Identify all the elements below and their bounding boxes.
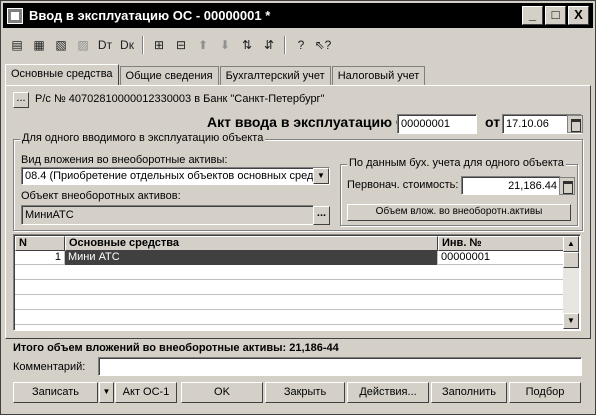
column-header-n[interactable]: N bbox=[15, 236, 65, 251]
copy-doc-icon[interactable]: ▦ bbox=[29, 35, 49, 55]
asset-name-cell[interactable]: Мини АТС bbox=[65, 251, 438, 265]
object-select-button[interactable]: ... bbox=[313, 206, 330, 225]
fill-button[interactable]: Заполнить bbox=[431, 382, 507, 403]
table-row[interactable]: 1 Мини АТС 00000001 bbox=[15, 251, 565, 265]
title-bar[interactable]: Ввод в эксплуатацию ОС - 00000001 * _ □ … bbox=[3, 3, 593, 28]
calendar-icon[interactable] bbox=[567, 115, 583, 133]
sort-asc-icon[interactable]: ⇅ bbox=[237, 35, 257, 55]
delete-icon[interactable]: ▨ bbox=[73, 35, 93, 55]
scroll-down-icon[interactable]: ▼ bbox=[563, 313, 579, 329]
investment-volume-button[interactable]: Объем влож. во внеоборотн.активы bbox=[347, 204, 571, 221]
document-date-value: 17.10.06 bbox=[506, 118, 549, 130]
initial-cost-field[interactable]: 21,186.44 bbox=[461, 176, 561, 195]
total-investment-text: Итого объем вложений во внеоборотные акт… bbox=[13, 342, 339, 354]
comment-field[interactable] bbox=[98, 357, 582, 376]
date-label: от bbox=[485, 114, 501, 130]
toolbar-separator bbox=[284, 36, 286, 54]
column-header-inv[interactable]: Инв. № bbox=[438, 236, 565, 251]
account-select-button[interactable]: ... bbox=[13, 92, 29, 108]
help-icon[interactable]: ? bbox=[291, 35, 311, 55]
add-row-icon[interactable]: ⊞ bbox=[149, 35, 169, 55]
close-button[interactable]: X bbox=[568, 6, 589, 25]
table-row-empty[interactable] bbox=[15, 281, 565, 295]
document-window: Ввод в эксплуатацию ОС - 00000001 * _ □ … bbox=[0, 0, 596, 415]
document-icon bbox=[7, 7, 23, 24]
investment-type-value: 08.4 (Приобретение отдельных объектов ос… bbox=[25, 170, 330, 182]
column-header-asset[interactable]: Основные средства bbox=[65, 236, 438, 251]
row-number: 1 bbox=[15, 251, 65, 265]
close-form-button[interactable]: Закрыть bbox=[265, 382, 345, 403]
scroll-up-icon[interactable]: ▲ bbox=[563, 236, 579, 252]
tab-general-info[interactable]: Общие сведения bbox=[119, 66, 219, 86]
save-button[interactable]: Записать bbox=[13, 382, 98, 403]
comment-label: Комментарий: bbox=[13, 361, 86, 373]
table-row-empty[interactable] bbox=[15, 296, 565, 310]
object-label: Объект внеоборотных активов: bbox=[21, 190, 181, 202]
sort-desc-icon[interactable]: ⇵ bbox=[259, 35, 279, 55]
new-doc-icon[interactable]: ▤ bbox=[7, 35, 27, 55]
insert-row-icon[interactable]: ⊟ bbox=[171, 35, 191, 55]
tab-strip: Основные средства Общие сведения Бухгалт… bbox=[5, 64, 426, 86]
tab-tax-accounting[interactable]: Налоговый учет bbox=[331, 66, 426, 86]
initial-cost-label: Первонач. стоимость: bbox=[347, 179, 459, 191]
maximize-button[interactable]: □ bbox=[545, 6, 566, 25]
move-up-icon[interactable]: ⬆ bbox=[193, 35, 213, 55]
toolbar: ▤ ▦ ▧ ▨ Dт Dк ⊞ ⊟ ⬆ ⬇ ⇅ ⇵ ? ⇖? bbox=[7, 34, 333, 56]
actions-button[interactable]: Действия... bbox=[347, 382, 429, 403]
accounting-group-title: По данным бух. учета для одного объекта bbox=[347, 157, 566, 169]
calculator-icon[interactable] bbox=[559, 177, 575, 195]
assets-table: N Основные средства Инв. № 1 Мини АТС 00… bbox=[13, 234, 581, 331]
minimize-button[interactable]: _ bbox=[522, 6, 543, 25]
single-object-group-title: Для одного вводимого в эксплуатацию объе… bbox=[20, 132, 266, 144]
tab-fixed-assets[interactable]: Основные средства bbox=[5, 64, 119, 86]
act-os1-button[interactable]: Акт ОС-1 bbox=[115, 382, 177, 403]
edit-icon[interactable]: ▧ bbox=[51, 35, 71, 55]
object-field[interactable]: МиниАТС bbox=[21, 205, 314, 225]
chevron-down-icon[interactable]: ▼ bbox=[313, 168, 329, 184]
toolbar-separator bbox=[142, 36, 144, 54]
inventory-number-cell[interactable]: 00000001 bbox=[438, 251, 565, 265]
table-scrollbar[interactable]: ▲ ▼ bbox=[563, 236, 579, 329]
table-row-empty[interactable] bbox=[15, 311, 565, 325]
move-down-icon[interactable]: ⬇ bbox=[215, 35, 235, 55]
bank-account-text: Р/с № 40702810000012330003 в Банк "Санкт… bbox=[35, 93, 325, 105]
context-help-icon[interactable]: ⇖? bbox=[313, 35, 333, 55]
ok-button[interactable]: OK bbox=[181, 382, 263, 403]
document-number-field[interactable]: 00000001 bbox=[397, 114, 477, 134]
dt-icon[interactable]: Dт bbox=[95, 35, 115, 55]
save-menu-button[interactable]: ▼ bbox=[99, 382, 114, 403]
tab-accounting[interactable]: Бухгалтерский учет bbox=[219, 66, 331, 86]
investment-type-select[interactable]: 08.4 (Приобретение отдельных объектов ос… bbox=[21, 167, 330, 185]
select-button[interactable]: Подбор bbox=[509, 382, 581, 403]
kt-icon[interactable]: Dк bbox=[117, 35, 137, 55]
scroll-thumb[interactable] bbox=[563, 252, 579, 268]
investment-type-label: Вид вложения во внеоборотные активы: bbox=[21, 154, 228, 166]
window-title: Ввод в эксплуатацию ОС - 00000001 * bbox=[29, 8, 271, 23]
table-row-empty[interactable] bbox=[15, 266, 565, 280]
